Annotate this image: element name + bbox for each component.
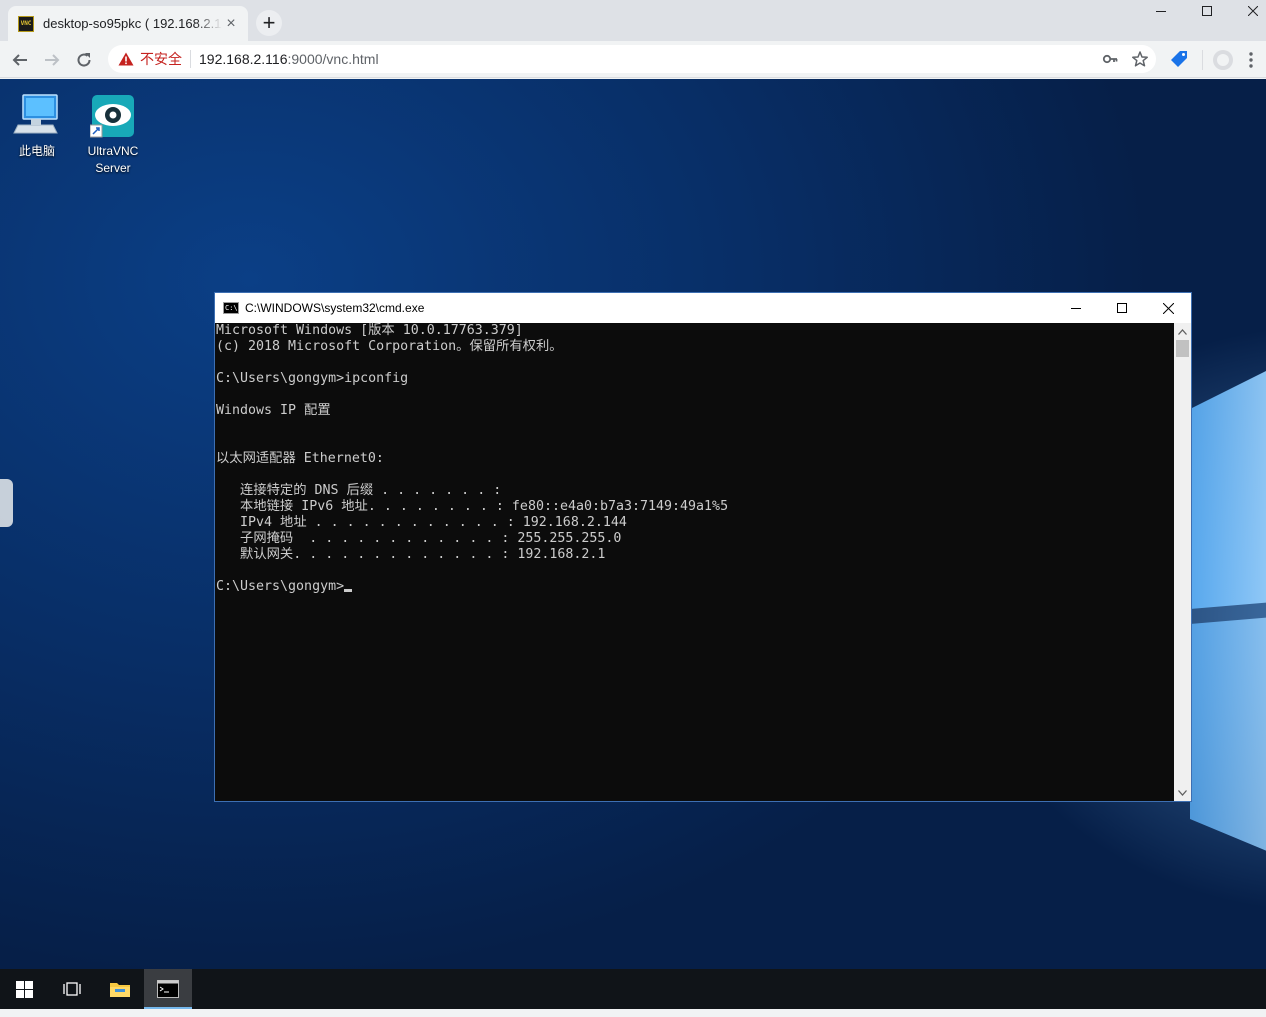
console-prompt: C:\Users\gongym> bbox=[216, 579, 345, 594]
vnc-control-bar-handle[interactable] bbox=[0, 479, 13, 527]
windows-start-icon bbox=[15, 980, 33, 998]
cmd-close-button[interactable] bbox=[1145, 293, 1191, 323]
close-icon bbox=[1248, 6, 1258, 16]
vnc-favicon-icon: VNC bbox=[18, 15, 34, 32]
tab-close-button[interactable]: × bbox=[222, 15, 240, 33]
avatar-icon bbox=[1213, 50, 1233, 70]
minimize-icon bbox=[1156, 11, 1166, 12]
console-prompt-line: C:\Users\gongym> bbox=[216, 579, 1175, 595]
task-view-icon bbox=[63, 982, 81, 996]
extension-button[interactable] bbox=[1170, 50, 1188, 73]
menu-button[interactable] bbox=[1248, 51, 1254, 74]
back-button[interactable] bbox=[6, 46, 34, 74]
this-pc-icon bbox=[13, 94, 58, 134]
url-host: 192.168.2.116 bbox=[199, 51, 288, 67]
console-line: 子网掩码 . . . . . . . . . . . . : 255.255.2… bbox=[216, 531, 622, 546]
security-indicator[interactable]: 不安全 bbox=[118, 49, 182, 69]
url-text[interactable]: 192.168.2.116:9000/vnc.html bbox=[199, 51, 379, 67]
warning-icon bbox=[118, 52, 134, 66]
scroll-thumb[interactable] bbox=[1176, 340, 1189, 357]
console-line: 以太网适配器 Ethernet0: bbox=[216, 451, 384, 466]
tab-title: desktop-so95pkc ( 192.168.2.116 ) bbox=[43, 16, 222, 31]
desktop-icon-label: UltraVNC Server bbox=[87, 144, 139, 175]
scroll-up-button[interactable] bbox=[1174, 323, 1191, 340]
console-line: 本地链接 IPv6 地址. . . . . . . . : fe80::e4a0… bbox=[216, 499, 729, 514]
more-vert-icon bbox=[1249, 52, 1253, 68]
close-icon bbox=[1162, 302, 1174, 314]
toolbar-separator bbox=[1202, 50, 1203, 70]
window-close-button[interactable] bbox=[1230, 0, 1266, 22]
security-label: 不安全 bbox=[140, 51, 182, 67]
browser-toolbar: 不安全 192.168.2.116:9000/vnc.html bbox=[0, 41, 1266, 78]
windows-wallpaper-logo bbox=[1190, 371, 1266, 851]
window-maximize-button[interactable] bbox=[1184, 0, 1230, 22]
minimize-icon bbox=[1071, 308, 1081, 309]
cmd-taskbar-button[interactable] bbox=[144, 969, 192, 1009]
profile-button[interactable] bbox=[1212, 49, 1234, 76]
taskbar bbox=[0, 969, 1266, 1009]
console-line: IPv4 地址 . . . . . . . . . . . . : 192.16… bbox=[216, 515, 627, 530]
task-view-button[interactable] bbox=[48, 969, 96, 1009]
arrow-right-icon bbox=[45, 54, 60, 66]
maximize-icon bbox=[1202, 6, 1212, 16]
file-explorer-button[interactable] bbox=[96, 969, 144, 1009]
desktop-icon-ultravnc[interactable]: UltraVNC Server bbox=[78, 93, 148, 177]
url-path: :9000/vnc.html bbox=[287, 51, 379, 67]
cmd-window[interactable]: C:\ C:\WINDOWS\system32\cmd.exe Microsof… bbox=[214, 292, 1192, 802]
reload-icon bbox=[77, 53, 91, 67]
cmd-icon bbox=[157, 980, 179, 998]
remote-desktop[interactable]: 此电脑 UltraVNC Server C:\ C:\WINDOWS\syste… bbox=[0, 79, 1266, 969]
console-line: 连接特定的 DNS 后缀 . . . . . . . : bbox=[216, 483, 502, 498]
start-button[interactable] bbox=[0, 969, 48, 1009]
maximize-icon bbox=[1117, 303, 1127, 313]
forward-button[interactable] bbox=[38, 46, 66, 74]
text-cursor bbox=[344, 589, 353, 592]
cmd-title: C:\WINDOWS\system32\cmd.exe bbox=[245, 301, 425, 315]
chevron-up-icon bbox=[1178, 328, 1187, 335]
extension-tag-icon bbox=[1171, 51, 1187, 67]
scroll-down-button[interactable] bbox=[1174, 784, 1191, 801]
console-line: Microsoft Windows [版本 10.0.17763.379] bbox=[216, 323, 523, 338]
ultravnc-icon bbox=[90, 95, 134, 138]
folder-icon bbox=[110, 983, 130, 997]
console-line: (c) 2018 Microsoft Corporation。保留所有权利。 bbox=[216, 339, 563, 354]
chevron-down-icon bbox=[1178, 789, 1187, 796]
new-tab-button[interactable]: + bbox=[256, 10, 282, 36]
omnibox-separator bbox=[190, 50, 191, 68]
star-icon[interactable] bbox=[1132, 51, 1148, 67]
cmd-icon: C:\ bbox=[223, 302, 239, 314]
reload-button[interactable] bbox=[70, 46, 98, 74]
cmd-maximize-button[interactable] bbox=[1099, 293, 1145, 323]
cmd-titlebar[interactable]: C:\ C:\WINDOWS\system32\cmd.exe bbox=[215, 293, 1191, 323]
browser-bottom-edge bbox=[0, 1009, 1266, 1017]
console-line: Windows IP 配置 bbox=[216, 403, 331, 418]
console-line: C:\Users\gongym>ipconfig bbox=[216, 371, 409, 386]
arrow-left-icon bbox=[12, 54, 27, 66]
console-line: 默认网关. . . . . . . . . . . . . : 192.168.… bbox=[216, 547, 606, 562]
address-bar[interactable]: 不安全 192.168.2.116:9000/vnc.html bbox=[108, 45, 1156, 73]
console-output[interactable]: Microsoft Windows [版本 10.0.17763.379] (c)… bbox=[215, 323, 1175, 801]
key-icon[interactable] bbox=[1102, 51, 1118, 67]
browser-tab[interactable]: VNC desktop-so95pkc ( 192.168.2.116 ) × bbox=[8, 6, 248, 41]
desktop-icon-this-pc[interactable]: 此电脑 bbox=[2, 93, 72, 160]
desktop-icon-label: 此电脑 bbox=[18, 144, 55, 158]
window-minimize-button[interactable] bbox=[1138, 0, 1184, 22]
cmd-scrollbar[interactable] bbox=[1174, 323, 1191, 801]
cmd-minimize-button[interactable] bbox=[1053, 293, 1099, 323]
tab-strip: VNC desktop-so95pkc ( 192.168.2.116 ) × … bbox=[0, 0, 1266, 41]
